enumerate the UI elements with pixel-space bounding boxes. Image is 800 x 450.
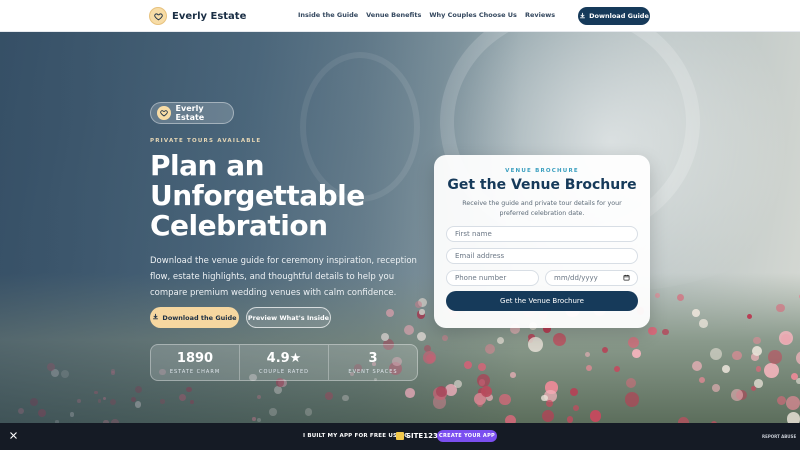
download-icon [152, 313, 159, 322]
download-guide-button[interactable]: Download Guide [578, 7, 650, 25]
flower-decoration [546, 399, 553, 407]
site123-logo-mark [396, 432, 404, 440]
form-eyebrow: VENUE BROCHURE [505, 168, 579, 174]
flower-decoration [785, 395, 800, 411]
hero-eyebrow: PRIVATE TOURS AVAILABLE [150, 138, 262, 144]
brand-pill: Everly Estate [150, 102, 234, 124]
main-nav: Inside the Guide Venue Benefits Why Coup… [298, 11, 555, 19]
banner-text: I BUILT MY APP FOR FREE USING [303, 433, 409, 439]
hero-headline: Plan an Unforgettable Celebration [150, 149, 365, 242]
flower-decoration [589, 409, 602, 422]
calendar-icon[interactable] [623, 274, 630, 283]
flower-decoration [584, 351, 590, 357]
flower-decoration [753, 336, 761, 345]
get-brochure-submit-button[interactable]: Get the Venue Brochure [446, 291, 638, 311]
form-description: Receive the guide and private tour detai… [462, 200, 622, 217]
pill-brand-name: Everly Estate [175, 104, 205, 122]
brand-name: Everly Estate [172, 10, 247, 22]
nav-link-reviews[interactable]: Reviews [525, 11, 555, 19]
stat-label: ESTATE CHARM [169, 368, 221, 375]
date-input[interactable]: mm/dd/yyyy [545, 270, 638, 286]
date-placeholder: mm/dd/yyyy [554, 274, 598, 282]
flower-decoration [768, 350, 782, 365]
stats-panel: 1890 ESTATE CHARM 4.9★ COUPLE RATED 3 EV… [150, 344, 418, 381]
flower-decoration [776, 303, 785, 313]
flower-decoration [764, 362, 780, 378]
download-the-guide-button[interactable]: Download the Guide [150, 307, 239, 328]
first-name-input[interactable] [446, 226, 638, 242]
heart-icon [157, 106, 171, 120]
stat-couple-rated: 4.9★ COUPLE RATED [240, 345, 329, 380]
form-title: Get the Venue Brochure [447, 177, 637, 193]
flower-decoration [632, 349, 641, 358]
flower-decoration [601, 346, 608, 353]
nav-link-venue-benefits[interactable]: Venue Benefits [366, 11, 421, 19]
download-the-guide-label: Download the Guide [162, 313, 237, 322]
flower-decoration [626, 377, 637, 388]
flower-decoration [613, 365, 620, 372]
promo-banner: I BUILT MY APP FOR FREE USING SITE123 CR… [0, 423, 800, 450]
heart-icon [149, 7, 167, 25]
flower-decoration [692, 309, 700, 317]
email-input[interactable] [446, 248, 638, 264]
download-guide-label: Download Guide [589, 12, 649, 20]
flower-decoration [754, 379, 763, 388]
flower-decoration [752, 346, 763, 356]
flower-decoration [732, 350, 742, 360]
flower-decoration [527, 337, 543, 352]
flower-decoration [710, 347, 723, 360]
site123-logo: SITE123 [396, 432, 438, 440]
flower-decoration [711, 384, 720, 392]
flower-decoration [778, 331, 793, 346]
flower-decoration [755, 365, 762, 372]
phone-input[interactable] [446, 270, 539, 286]
close-icon[interactable] [9, 431, 18, 443]
stat-value: 4.9★ [266, 350, 302, 366]
site-header: Everly Estate Inside the Guide Venue Ben… [0, 0, 800, 32]
report-abuse-link[interactable]: REPORT ABUSE [762, 434, 796, 439]
stat-event-spaces: 3 EVENT SPACES [329, 345, 417, 380]
stat-estate-charm: 1890 ESTATE CHARM [151, 345, 240, 380]
hero-subcopy: Download the venue guide for ceremony in… [150, 256, 417, 298]
nav-link-inside-guide[interactable]: Inside the Guide [298, 11, 358, 19]
preview-inside-button[interactable]: Preview What's Inside [246, 307, 331, 328]
stat-label: COUPLE RATED [258, 368, 309, 375]
site123-logo-text: SITE123 [406, 432, 438, 440]
flower-decoration [730, 389, 743, 401]
stat-label: EVENT SPACES [348, 368, 398, 375]
download-icon [579, 12, 586, 21]
brand-logo[interactable]: Everly Estate [149, 7, 246, 25]
flower-decoration [699, 319, 708, 328]
create-your-app-button[interactable]: CREATE YOUR APP [437, 430, 497, 442]
flower-decoration [786, 412, 800, 423]
stat-value: 3 [368, 350, 378, 366]
nav-link-why-couples[interactable]: Why Couples Choose Us [429, 11, 517, 19]
brochure-form-card: VENUE BROCHURE Get the Venue Brochure Re… [434, 155, 650, 328]
stat-value: 1890 [176, 350, 214, 366]
flower-decoration [662, 328, 669, 336]
flower-decoration [542, 409, 555, 422]
flower-decoration [747, 313, 753, 319]
